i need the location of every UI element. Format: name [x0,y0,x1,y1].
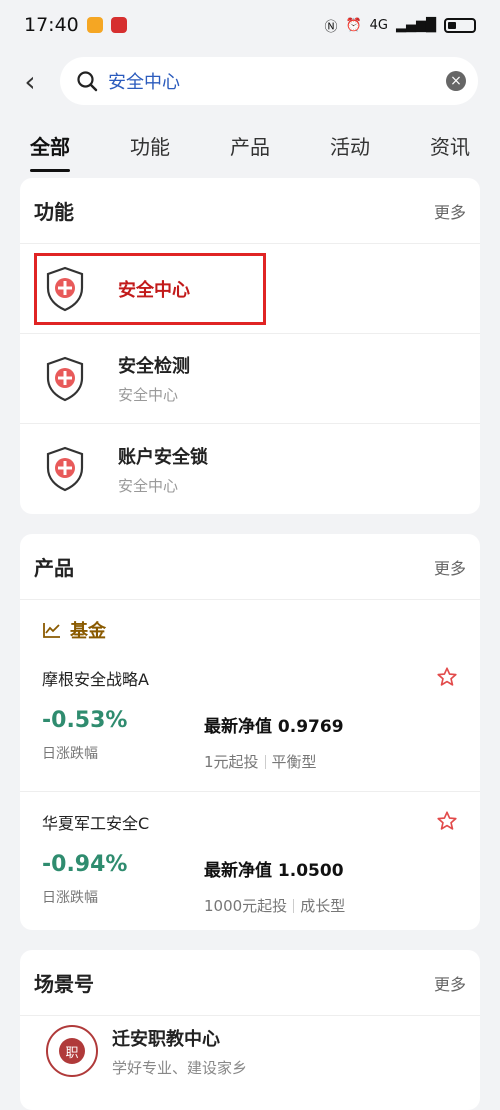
app-notification-icon [110,17,127,33]
section-title: 场景号 [34,972,94,996]
products-header: 产品 更多 [20,534,480,600]
more-link[interactable]: 更多 [434,971,466,995]
fund-item[interactable]: 摩根安全战略A -0.53% 日涨跌幅 最新净值 0.9769 1元起投 平衡型 [20,660,480,792]
tab-products[interactable]: 产品 [200,131,300,160]
fund-item[interactable]: 华夏军工安全C -0.94% 日涨跌幅 最新净值 1.0500 1000元起投 … [20,792,480,928]
section-title: 产品 [34,556,74,580]
feature-subtitle: 安全中心 [118,386,179,404]
tab-all[interactable]: 全部 [0,131,100,172]
divider [264,754,266,769]
features-card: 功能 更多 安全中心 安全检测 安全中心 账户安全锁 安全中心 [20,178,480,514]
features-header: 功能 更多 [20,178,480,244]
divider [293,898,295,913]
feature-title: 账户安全锁 [118,446,208,468]
highlight-box [34,253,266,325]
search-query: 安全中心 [108,72,180,93]
scenes-header: 场景号 更多 [20,950,480,1016]
min-investment: 1000元起投 [204,897,288,915]
fund-type: 成长型 [300,897,346,915]
fund-tags: 1元起投 平衡型 [204,751,344,772]
search-row: ‹ 安全中心 × [0,52,500,110]
back-button[interactable]: ‹ [0,52,60,110]
fund-category: 基金 [20,600,480,660]
search-icon [77,71,98,92]
tab-activities[interactable]: 活动 [300,131,400,160]
status-time: 17:40 [24,14,79,36]
scene-name: 迁安职教中心 [112,1028,220,1050]
tab-news[interactable]: 资讯 [400,131,500,160]
latest-nav: 最新净值 1.0500 [204,861,344,881]
weibo-icon [86,17,103,33]
feature-title: 安全检测 [118,356,190,377]
fund-name: 华夏军工安全C [42,814,150,833]
tab-features[interactable]: 功能 [100,131,200,160]
school-logo-char: 职 [59,1038,85,1064]
nfc-icon: Ⓝ [324,19,338,35]
clear-icon[interactable]: × [446,71,466,91]
daily-change: -0.94% [42,852,128,877]
feature-item-security-check[interactable]: 安全检测 安全中心 [20,334,480,424]
alarm-icon: ⏰ [345,17,362,33]
school-logo: 职 [46,1025,98,1077]
fund-type: 平衡型 [271,753,317,771]
scene-desc: 学好专业、建设家乡 [112,1058,248,1077]
shield-icon [46,356,84,401]
daily-change-label: 日涨跌幅 [42,746,98,762]
fund-name: 摩根安全战略A [42,670,149,689]
products-card: 产品 更多 基金 摩根安全战略A -0.53% 日涨跌幅 最新净值 0.9769… [20,534,480,930]
trend-chart-icon [43,623,60,638]
feature-item-security-center[interactable]: 安全中心 [20,244,480,334]
scene-item[interactable]: 职 迁安职教中心 学好专业、建设家乡 [20,1016,480,1086]
shield-icon [46,446,84,492]
more-link[interactable]: 更多 [434,199,466,223]
feature-subtitle: 安全中心 [118,476,179,495]
feature-item-account-lock[interactable]: 账户安全锁 安全中心 [20,424,480,514]
min-investment: 1元起投 [204,753,259,771]
scenes-card: 场景号 更多 职 迁安职教中心 学好专业、建设家乡 [20,950,480,1110]
network-label: 4G [369,17,388,33]
daily-change: -0.53% [42,708,128,733]
star-icon[interactable] [436,810,458,832]
tab-bar: 全部 功能 产品 活动 资讯 [0,118,500,173]
battery-icon [444,17,476,33]
status-bar: 17:40 Ⓝ ⏰ 4G ▂▄▆█ [0,0,500,50]
fund-tags: 1000元起投 成长型 [204,895,345,916]
star-icon[interactable] [436,666,458,688]
search-input[interactable]: 安全中心 × [60,57,478,105]
chevron-left-icon: ‹ [24,64,36,98]
signal-icon: ▂▄▆█ [396,17,436,33]
section-title: 功能 [34,200,74,224]
more-link[interactable]: 更多 [434,555,466,579]
latest-nav: 最新净值 0.9769 [204,717,344,737]
fund-category-label: 基金 [70,621,106,642]
daily-change-label: 日涨跌幅 [42,890,98,906]
